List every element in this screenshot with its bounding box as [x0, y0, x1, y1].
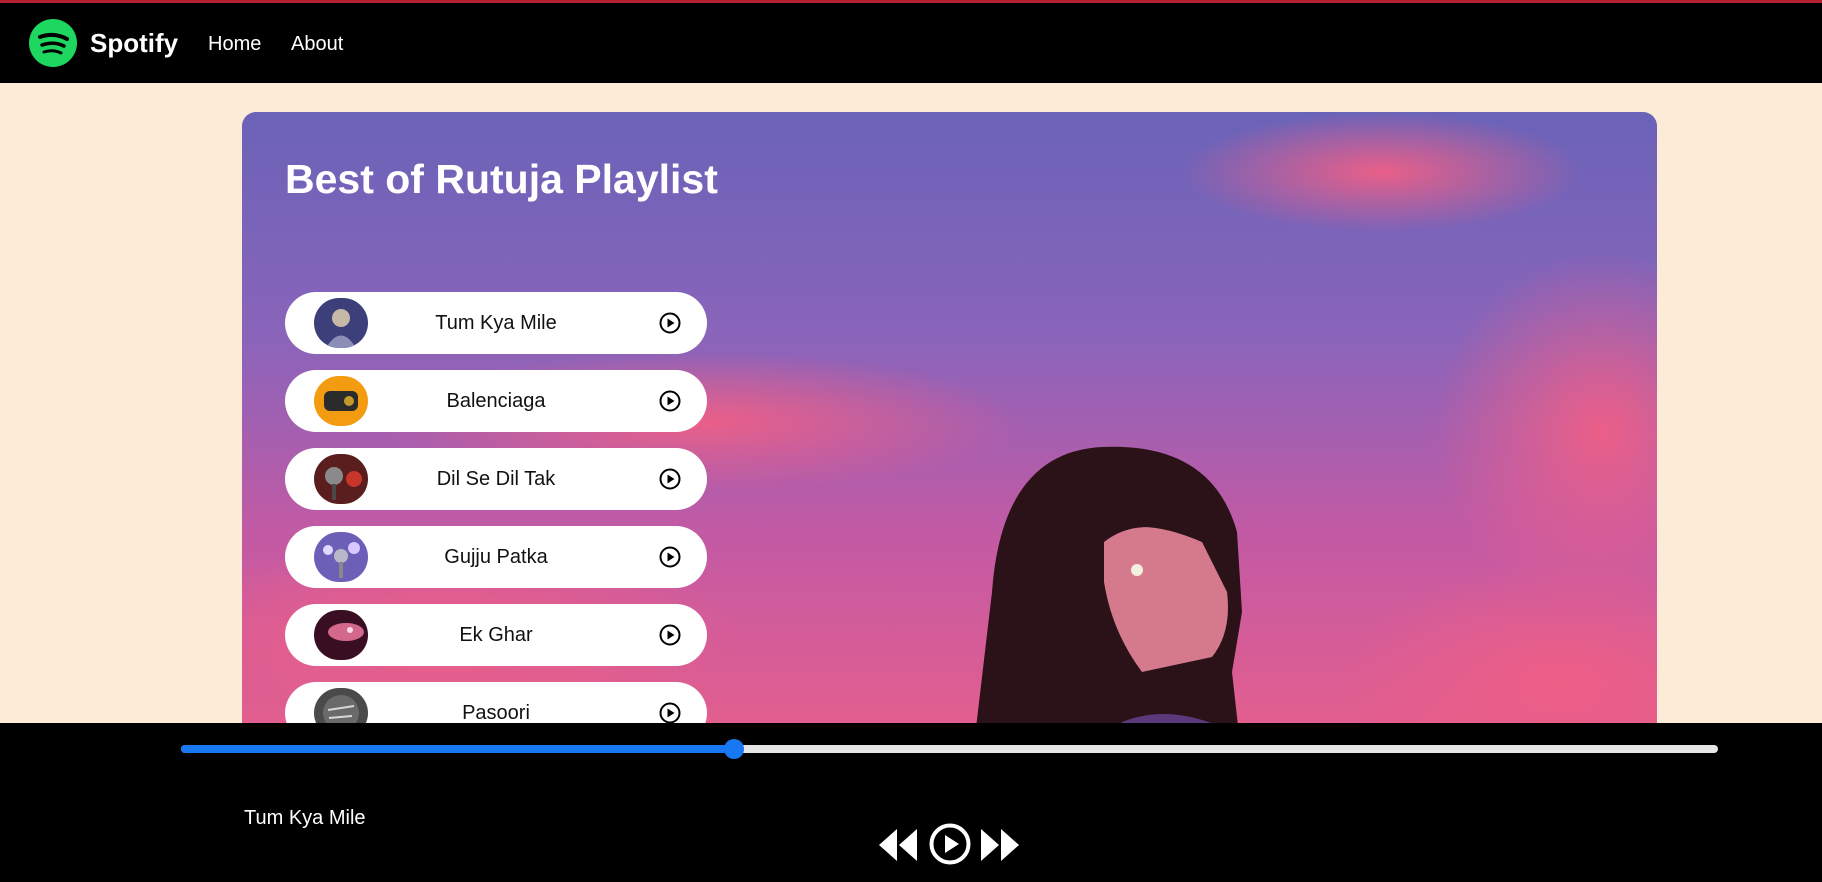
play-circle-icon[interactable]: [929, 823, 971, 865]
song-name: Pasoori: [462, 702, 530, 724]
song-item[interactable]: Dil Se Dil Tak: [285, 448, 707, 510]
navbar: Spotify Home About: [0, 0, 1822, 83]
player-bar: Tum Kya Mile: [0, 723, 1822, 882]
playlist-container: Best of Rutuja Playlist Tum Kya Mile Bal…: [242, 112, 1657, 762]
song-item[interactable]: Tum Kya Mile: [285, 292, 707, 354]
play-circle-icon[interactable]: [659, 312, 681, 334]
progress-fill: [181, 745, 735, 753]
brand-name[interactable]: Spotify: [90, 27, 178, 59]
song-name: Tum Kya Mile: [435, 312, 557, 334]
song-item[interactable]: Ek Ghar: [285, 604, 707, 666]
song-name: Ek Ghar: [459, 624, 533, 646]
play-circle-icon[interactable]: [659, 390, 681, 412]
song-cover-image: [314, 532, 368, 582]
song-item[interactable]: Gujju Patka: [285, 526, 707, 588]
nav-link-home[interactable]: Home: [208, 32, 261, 56]
play-circle-icon[interactable]: [659, 468, 681, 490]
song-name: Gujju Patka: [444, 546, 548, 568]
song-name: Balenciaga: [446, 390, 546, 412]
spotify-logo-icon[interactable]: [28, 18, 78, 68]
song-cover-image: [314, 376, 368, 426]
song-name: Dil Se Dil Tak: [436, 468, 556, 490]
song-cover-image: [314, 610, 368, 660]
song-cover-image: [314, 454, 368, 504]
play-circle-icon[interactable]: [659, 546, 681, 568]
forward-icon[interactable]: [979, 827, 1021, 863]
song-item[interactable]: Balenciaga: [285, 370, 707, 432]
playlist-title: Best of Rutuja Playlist: [285, 156, 718, 202]
song-cover-image: [314, 298, 368, 348]
backward-icon[interactable]: [877, 827, 919, 863]
play-circle-icon[interactable]: [659, 702, 681, 724]
progress-thumb[interactable]: [724, 739, 745, 759]
now-playing-title: Tum Kya Mile: [244, 807, 366, 829]
nav-link-about[interactable]: About: [291, 32, 343, 56]
progress-slider[interactable]: [181, 739, 1718, 759]
play-circle-icon[interactable]: [659, 624, 681, 646]
